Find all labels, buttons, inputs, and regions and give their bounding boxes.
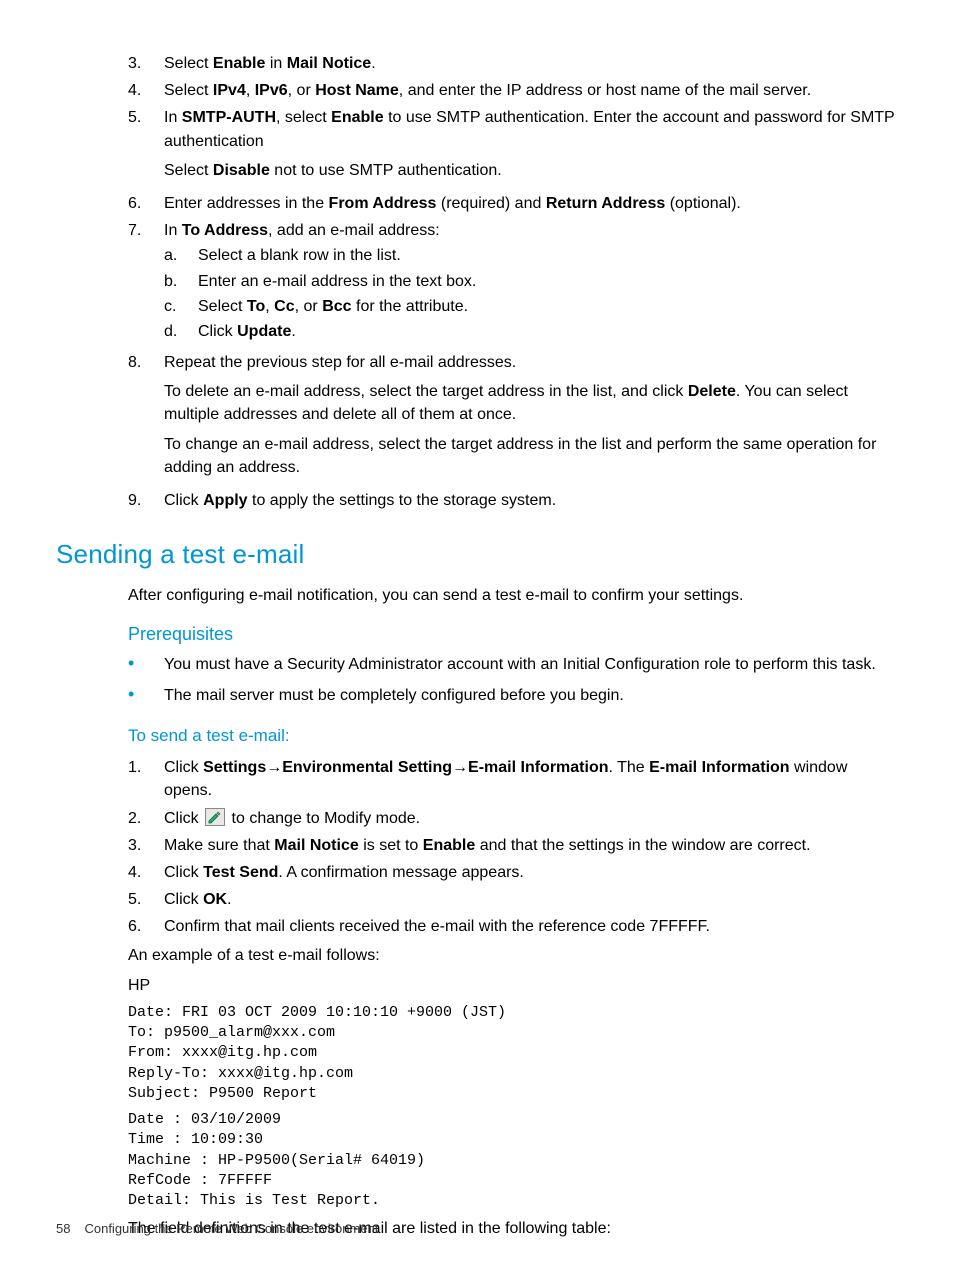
step-6: 6. Enter addresses in the From Address (…: [128, 192, 898, 215]
step-body: In To Address, add an e-mail address: a.…: [164, 219, 898, 347]
step-number: 7.: [128, 219, 164, 347]
step-number: 6.: [128, 192, 164, 215]
code-block-1: Date: FRI 03 OCT 2009 10:10:10 +9000 (JS…: [128, 1003, 898, 1104]
step-8: 8. Repeat the previous step for all e-ma…: [128, 351, 898, 485]
prereq-1: •You must have a Security Administrator …: [128, 653, 898, 676]
step-7c: c.Select To, Cc, or Bcc for the attribut…: [164, 295, 898, 318]
step-number: 8.: [128, 351, 164, 485]
step-3: 3. Select Enable in Mail Notice.: [128, 52, 898, 75]
step-number: 9.: [128, 489, 164, 512]
heading-prerequisites: Prerequisites: [128, 621, 898, 647]
send-step-4: 4. Click Test Send. A confirmation messa…: [128, 861, 898, 884]
step-number: 4.: [128, 79, 164, 102]
hp-label: HP: [128, 974, 898, 997]
step-8-sub2: To change an e-mail address, select the …: [164, 433, 898, 479]
heading-to-send: To send a test e-mail:: [128, 724, 898, 749]
step-number: 5.: [128, 106, 164, 188]
step-7a: a.Select a blank row in the list.: [164, 244, 898, 267]
step-body: Click Apply to apply the settings to the…: [164, 489, 898, 512]
page-number: 58: [56, 1221, 70, 1236]
send-step-5: 5. Click OK.: [128, 888, 898, 911]
send-step-6: 6. Confirm that mail clients received th…: [128, 915, 898, 938]
send-steps: 1. Click Settings→Environmental Setting→…: [128, 756, 898, 938]
example-intro: An example of a test e-mail follows:: [128, 944, 898, 967]
footer-title: Configuring the Remote Web Console envir…: [84, 1221, 378, 1236]
step-body: Select IPv4, IPv6, or Host Name, and ent…: [164, 79, 898, 102]
code-block-2: Date : 03/10/2009 Time : 10:09:30 Machin…: [128, 1110, 898, 1211]
bullet-icon: •: [128, 653, 164, 676]
page-footer: 58 Configuring the Remote Web Console env…: [56, 1220, 378, 1239]
step-number: 3.: [128, 52, 164, 75]
step-5-sub: Select Disable not to use SMTP authentic…: [164, 159, 898, 182]
heading-sending-test-email: Sending a test e-mail: [56, 536, 898, 574]
send-step-1: 1. Click Settings→Environmental Setting→…: [128, 756, 898, 802]
bullet-icon: •: [128, 684, 164, 707]
send-step-3: 3. Make sure that Mail Notice is set to …: [128, 834, 898, 857]
step-body: Enter addresses in the From Address (req…: [164, 192, 898, 215]
step-body: Select Enable in Mail Notice.: [164, 52, 898, 75]
step-7b: b.Enter an e-mail address in the text bo…: [164, 270, 898, 293]
step-9: 9. Click Apply to apply the settings to …: [128, 489, 898, 512]
send-step-2: 2. Click to change to Modify mode.: [128, 807, 898, 830]
prereq-2: •The mail server must be completely conf…: [128, 684, 898, 707]
intro-para: After configuring e-mail notification, y…: [128, 584, 898, 607]
step-7: 7. In To Address, add an e-mail address:…: [128, 219, 898, 347]
step-8-sub1: To delete an e-mail address, select the …: [164, 380, 898, 426]
step-4: 4. Select IPv4, IPv6, or Host Name, and …: [128, 79, 898, 102]
modify-mode-icon: [205, 808, 225, 826]
step-body: In SMTP-AUTH, select Enable to use SMTP …: [164, 106, 898, 188]
step-body: Repeat the previous step for all e-mail …: [164, 351, 898, 485]
step-7d: d.Click Update.: [164, 320, 898, 343]
step-5: 5. In SMTP-AUTH, select Enable to use SM…: [128, 106, 898, 188]
steps-top: 3. Select Enable in Mail Notice. 4. Sele…: [128, 52, 898, 512]
